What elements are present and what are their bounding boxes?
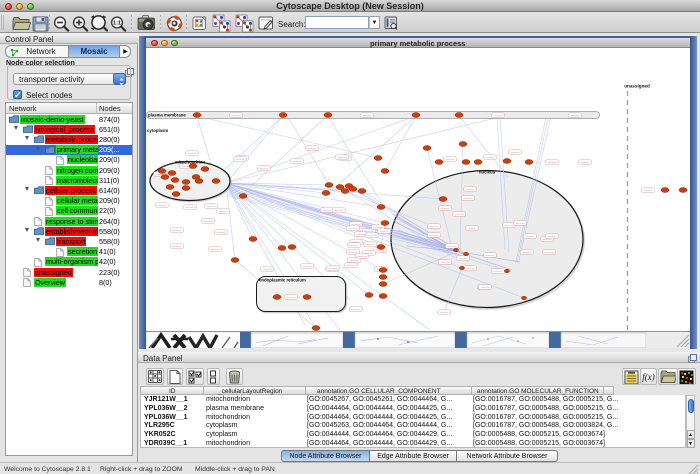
svg-text:1:1: 1:1 [113,21,121,27]
svg-text:plasma membrane: plasma membrane [148,113,186,118]
svg-text:mitochondrion: mitochondrion [175,160,205,165]
svg-text:unassigned: unassigned [624,84,650,89]
svg-text:nucleus: nucleus [479,170,496,175]
svg-text:f(x): f(x) [642,372,655,382]
svg-text:cytoplasm: cytoplasm [147,128,168,133]
svg-text:endoplasmic reticulum: endoplasmic reticulum [259,278,306,283]
